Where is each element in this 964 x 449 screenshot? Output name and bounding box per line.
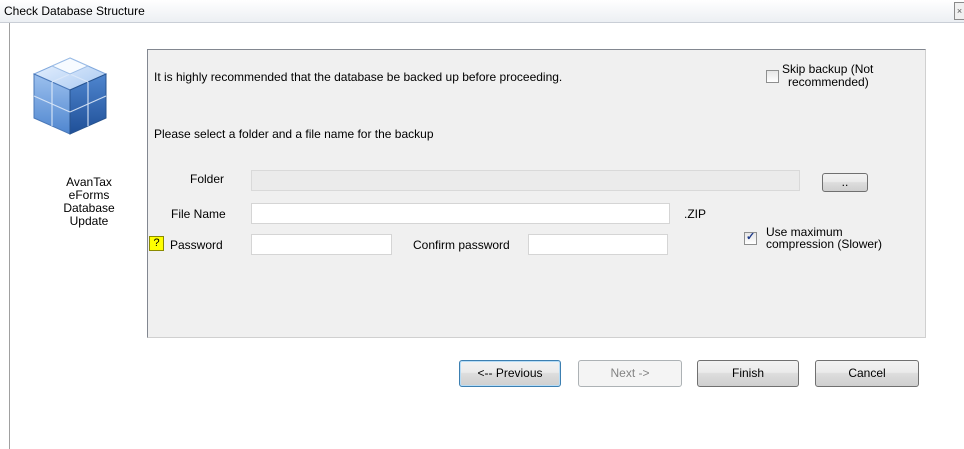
file-name-label: File Name bbox=[171, 207, 226, 221]
folder-input bbox=[252, 171, 805, 190]
app-name-line: Update bbox=[69, 214, 109, 228]
max-compression-checkbox[interactable] bbox=[744, 230, 757, 245]
finish-button[interactable]: Finish bbox=[697, 360, 799, 387]
confirm-password-label: Confirm password bbox=[413, 238, 510, 252]
database-cubes-icon bbox=[32, 57, 108, 135]
skip-backup-label-line2: recommended) bbox=[788, 75, 869, 89]
instruction-text: Please select a folder and a file name f… bbox=[154, 127, 434, 141]
browse-folder-button[interactable]: .. bbox=[822, 173, 868, 192]
title-bar: Check Database Structure × bbox=[0, 0, 964, 23]
window-title: Check Database Structure bbox=[4, 4, 145, 18]
skip-backup-checkbox[interactable] bbox=[766, 70, 779, 83]
password-field[interactable] bbox=[251, 234, 397, 255]
folder-field bbox=[251, 170, 805, 191]
cancel-button[interactable]: Cancel bbox=[815, 360, 919, 387]
previous-button[interactable]: <-- Previous bbox=[459, 360, 561, 387]
left-border bbox=[9, 23, 10, 449]
password-label: Password bbox=[170, 238, 223, 252]
password-help-icon[interactable]: ? bbox=[149, 236, 164, 251]
confirm-password-input[interactable] bbox=[529, 235, 673, 254]
file-name-field[interactable] bbox=[251, 203, 675, 224]
close-icon[interactable]: × bbox=[954, 2, 964, 20]
password-input[interactable] bbox=[252, 235, 397, 254]
backup-panel: It is highly recommended that the databa… bbox=[147, 49, 926, 338]
file-name-input[interactable] bbox=[252, 204, 675, 223]
zip-extension-label: .ZIP bbox=[684, 207, 707, 221]
skip-backup-label[interactable]: Skip backup (Not recommended) bbox=[782, 63, 873, 89]
folder-label: Folder bbox=[190, 172, 225, 186]
app-name: AvanTax eForms Database Update bbox=[55, 176, 123, 228]
next-button[interactable]: Next -> bbox=[578, 360, 682, 387]
confirm-password-field[interactable] bbox=[528, 234, 673, 255]
skip-backup-label-line1: Skip backup (Not bbox=[782, 62, 874, 76]
recommendation-text: It is highly recommended that the databa… bbox=[154, 70, 563, 84]
max-compression-label-line2: compression (Slower) bbox=[766, 237, 883, 251]
max-compression-label[interactable]: Use maximum compression (Slower) bbox=[766, 226, 882, 250]
